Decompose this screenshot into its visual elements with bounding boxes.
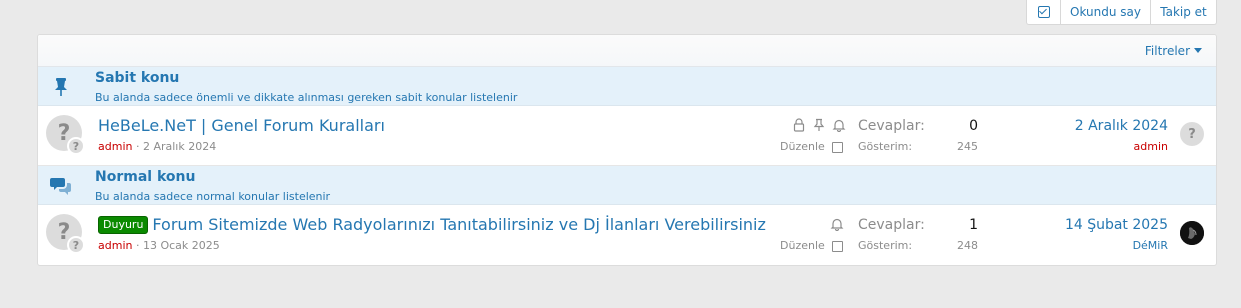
caret-down-icon bbox=[1194, 48, 1202, 53]
last-poster-mini-avatar[interactable]: ? bbox=[67, 236, 85, 254]
thread-title-link[interactable]: Forum Sitemizde Web Radyolarınızı Tanıta… bbox=[152, 215, 765, 234]
meta-separator: · bbox=[135, 239, 140, 252]
follow-button[interactable]: Takip et bbox=[1151, 0, 1217, 25]
filters-dropdown[interactable]: Filtreler bbox=[1145, 44, 1202, 58]
thread-row: ? ? HeBeLe.NeT | Genel Forum Kuralları a… bbox=[38, 106, 1216, 166]
thread-status-icons bbox=[830, 217, 844, 231]
thread-title-line: Duyuru Forum Sitemizde Web Radyolarınızı… bbox=[98, 215, 766, 234]
mark-read-button[interactable]: Okundu say bbox=[1061, 0, 1151, 25]
comments-icon bbox=[50, 178, 71, 195]
prefix-label[interactable]: Duyuru bbox=[98, 215, 149, 234]
replies-count: 0 bbox=[969, 118, 978, 134]
thread-author-link[interactable]: admin bbox=[98, 239, 132, 252]
thread-start-date[interactable]: 13 Ocak 2025 bbox=[143, 239, 220, 252]
thread-title-line: HeBeLe.NeT | Genel Forum Kuralları bbox=[98, 116, 385, 135]
normal-section-title[interactable]: Normal konu bbox=[95, 169, 195, 185]
sticky-section-title[interactable]: Sabit konu bbox=[95, 70, 179, 86]
thread-author-link[interactable]: admin bbox=[98, 140, 132, 153]
last-post-user[interactable]: admin bbox=[1134, 140, 1168, 153]
checkbox-check-icon bbox=[1037, 6, 1050, 18]
edit-link[interactable]: Düzenle bbox=[780, 140, 825, 153]
last-post-date[interactable]: 2 Aralık 2024 bbox=[1075, 118, 1168, 134]
views-label: Gösterim: bbox=[858, 140, 913, 153]
views-count: 245 bbox=[957, 140, 978, 153]
bell-icon[interactable] bbox=[830, 217, 844, 231]
replies-label: Cevaplar: bbox=[858, 217, 925, 233]
meta-separator: · bbox=[135, 140, 140, 153]
normal-section-header: Normal konu Bu alanda sadece normal konu… bbox=[38, 166, 1216, 205]
sticky-section-header: Sabit konu Bu alanda sadece önemli ve di… bbox=[38, 67, 1216, 106]
user-photo-icon bbox=[1180, 221, 1204, 245]
select-checkbox[interactable] bbox=[832, 241, 843, 252]
last-poster-avatar[interactable] bbox=[1180, 221, 1204, 245]
sticky-section-description: Bu alanda sadece önemli ve dikkate alınm… bbox=[95, 91, 518, 104]
thread-meta: admin · 13 Ocak 2025 bbox=[98, 239, 220, 252]
thread-toolbar: Okundu say Takip et bbox=[1026, 0, 1217, 26]
thread-meta: admin · 2 Aralık 2024 bbox=[98, 140, 216, 153]
filter-bar: Filtreler bbox=[38, 35, 1216, 67]
views-label: Gösterim: bbox=[858, 239, 913, 252]
thread-list: Filtreler Sabit konu Bu alanda sadece ön… bbox=[37, 34, 1217, 266]
replies-label: Cevaplar: bbox=[858, 118, 925, 134]
replies-count: 1 bbox=[969, 217, 978, 233]
thread-title-link[interactable]: HeBeLe.NeT | Genel Forum Kuralları bbox=[98, 116, 385, 135]
select-all-toggle[interactable] bbox=[1026, 0, 1061, 25]
thread-status-icons bbox=[792, 118, 846, 132]
last-poster-avatar[interactable]: ? bbox=[1180, 122, 1204, 146]
last-poster-mini-avatar[interactable]: ? bbox=[67, 137, 85, 155]
thread-row: ? ? Duyuru Forum Sitemizde Web Radyoları… bbox=[38, 205, 1216, 265]
normal-section-description: Bu alanda sadece normal konular listelen… bbox=[95, 190, 331, 203]
edit-link[interactable]: Düzenle bbox=[780, 239, 825, 252]
select-checkbox[interactable] bbox=[832, 142, 843, 153]
lock-icon bbox=[793, 118, 805, 132]
last-post-date[interactable]: 14 Şubat 2025 bbox=[1065, 217, 1168, 233]
pin-icon bbox=[813, 118, 825, 131]
views-count: 248 bbox=[957, 239, 978, 252]
bell-icon[interactable] bbox=[832, 118, 846, 132]
last-post-user[interactable]: DéMiR bbox=[1133, 239, 1168, 252]
thread-start-date[interactable]: 2 Aralık 2024 bbox=[143, 140, 216, 153]
filters-label: Filtreler bbox=[1144, 43, 1190, 58]
thumbtack-icon bbox=[55, 78, 67, 96]
